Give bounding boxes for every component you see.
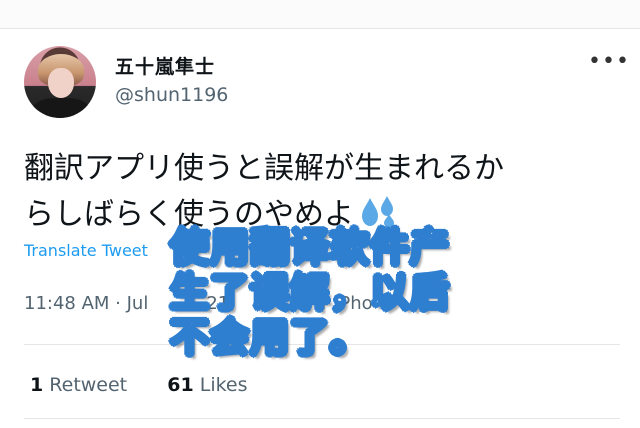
likes-count[interactable]: 61 — [167, 374, 193, 396]
retweets-count[interactable]: 1 — [30, 374, 43, 396]
more-horizontal-icon[interactable]: ••• — [588, 51, 629, 80]
user-handle[interactable]: @shun1196 — [115, 84, 228, 106]
tweet-stats: 1 Retweet 61 Likes — [30, 374, 248, 396]
overlay-caption: 使用翻译软件产 生了误解，以后 不会用了。 — [169, 225, 530, 362]
tweet-timestamp[interactable]: 11:48 AM · Jul — [24, 293, 148, 314]
top-bar — [0, 0, 640, 29]
tweet-text-line-1: 翻訳アプリ使うと誤解が生まれるか — [24, 151, 504, 186]
avatar[interactable] — [24, 46, 96, 118]
overlay-caption-line-2: 生了误解，以后 — [169, 270, 451, 317]
overlay-caption-line-1: 使用翻译软件产 — [169, 225, 451, 272]
retweets-label[interactable]: Retweet — [49, 374, 127, 396]
display-name[interactable]: 五十嵐隼士 — [115, 52, 215, 79]
likes-label[interactable]: Likes — [200, 374, 248, 396]
avatar-face — [48, 68, 74, 98]
divider-bottom — [24, 418, 620, 419]
translate-tweet-link[interactable]: Translate Tweet — [24, 241, 148, 260]
overlay-caption-line-3: 不会用了。 — [169, 315, 371, 362]
avatar-shirt — [32, 98, 90, 118]
